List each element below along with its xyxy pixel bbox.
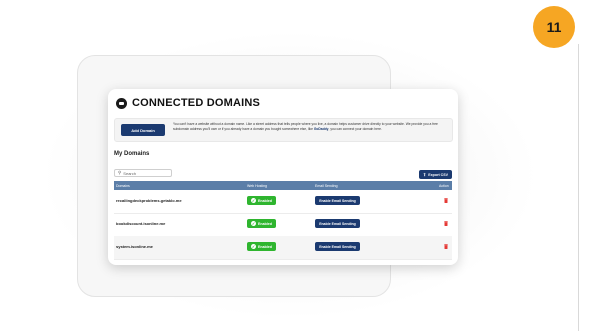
section-title: My Domains bbox=[114, 151, 150, 157]
trash-icon[interactable] bbox=[444, 221, 448, 226]
domain-name: bookdiscount.isonline.me bbox=[116, 221, 166, 226]
check-icon: ✓ bbox=[251, 198, 256, 203]
connected-domains-panel: CONNECTED DOMAINS Add Domain You can't h… bbox=[108, 89, 458, 265]
search-icon: ⚲ bbox=[118, 170, 122, 175]
table-header: Domains Web Hosting Email Sending Action bbox=[114, 181, 452, 190]
check-icon: ✓ bbox=[251, 221, 256, 226]
notice-text-before: You can't have a website without a domai… bbox=[173, 122, 438, 132]
web-hosting-status: ✓ Enabled bbox=[247, 196, 276, 205]
globe-icon bbox=[116, 97, 127, 109]
enable-email-sending-button[interactable]: Enable Email Sending bbox=[315, 219, 360, 228]
trash-icon[interactable] bbox=[444, 244, 448, 249]
page-header: CONNECTED DOMAINS bbox=[116, 97, 260, 109]
search-placeholder: Search bbox=[123, 170, 136, 176]
divider-line bbox=[578, 44, 579, 331]
notice-text-after: , you can connect your domain here. bbox=[328, 127, 382, 132]
domain-name: system.isonline.me bbox=[116, 244, 153, 249]
notice-text: You can't have a website without a domai… bbox=[173, 122, 449, 132]
column-header-domains: Domains bbox=[116, 183, 130, 188]
web-hosting-status: ✓ Enabled bbox=[247, 219, 276, 228]
export-label: Export CSV bbox=[428, 172, 449, 177]
column-header-email-sending: Email Sending bbox=[315, 183, 338, 188]
enable-email-sending-button[interactable]: Enable Email Sending bbox=[315, 196, 360, 205]
web-hosting-status: ✓ Enabled bbox=[247, 242, 276, 251]
info-notice: Add Domain You can't have a website with… bbox=[114, 118, 453, 142]
add-domain-button[interactable]: Add Domain bbox=[121, 124, 165, 136]
status-label: Enabled bbox=[258, 244, 272, 249]
check-icon: ✓ bbox=[251, 244, 256, 249]
trash-icon[interactable] bbox=[444, 198, 448, 203]
godaddy-link[interactable]: GoDaddy bbox=[314, 127, 329, 131]
search-input[interactable]: ⚲ Search bbox=[114, 169, 172, 177]
table-row: system.isonline.me ✓ Enabled Enable Emai… bbox=[114, 236, 452, 260]
table-row: bookdiscount.isonline.me ✓ Enabled Enabl… bbox=[114, 213, 452, 237]
column-header-action: Action bbox=[439, 183, 449, 188]
table-row: recallingdeckproblems.getaklo.me ✓ Enabl… bbox=[114, 190, 452, 214]
step-badge: 11 bbox=[533, 6, 575, 48]
status-label: Enabled bbox=[258, 221, 272, 226]
upload-icon: ⇧ bbox=[422, 172, 427, 177]
column-header-web-hosting: Web Hosting bbox=[247, 183, 267, 188]
domain-name: recallingdeckproblems.getaklo.me bbox=[116, 198, 182, 203]
export-csv-button[interactable]: ⇧ Export CSV bbox=[419, 170, 452, 179]
page-title: CONNECTED DOMAINS bbox=[132, 97, 261, 109]
status-label: Enabled bbox=[258, 198, 272, 203]
enable-email-sending-button[interactable]: Enable Email Sending bbox=[315, 242, 360, 251]
